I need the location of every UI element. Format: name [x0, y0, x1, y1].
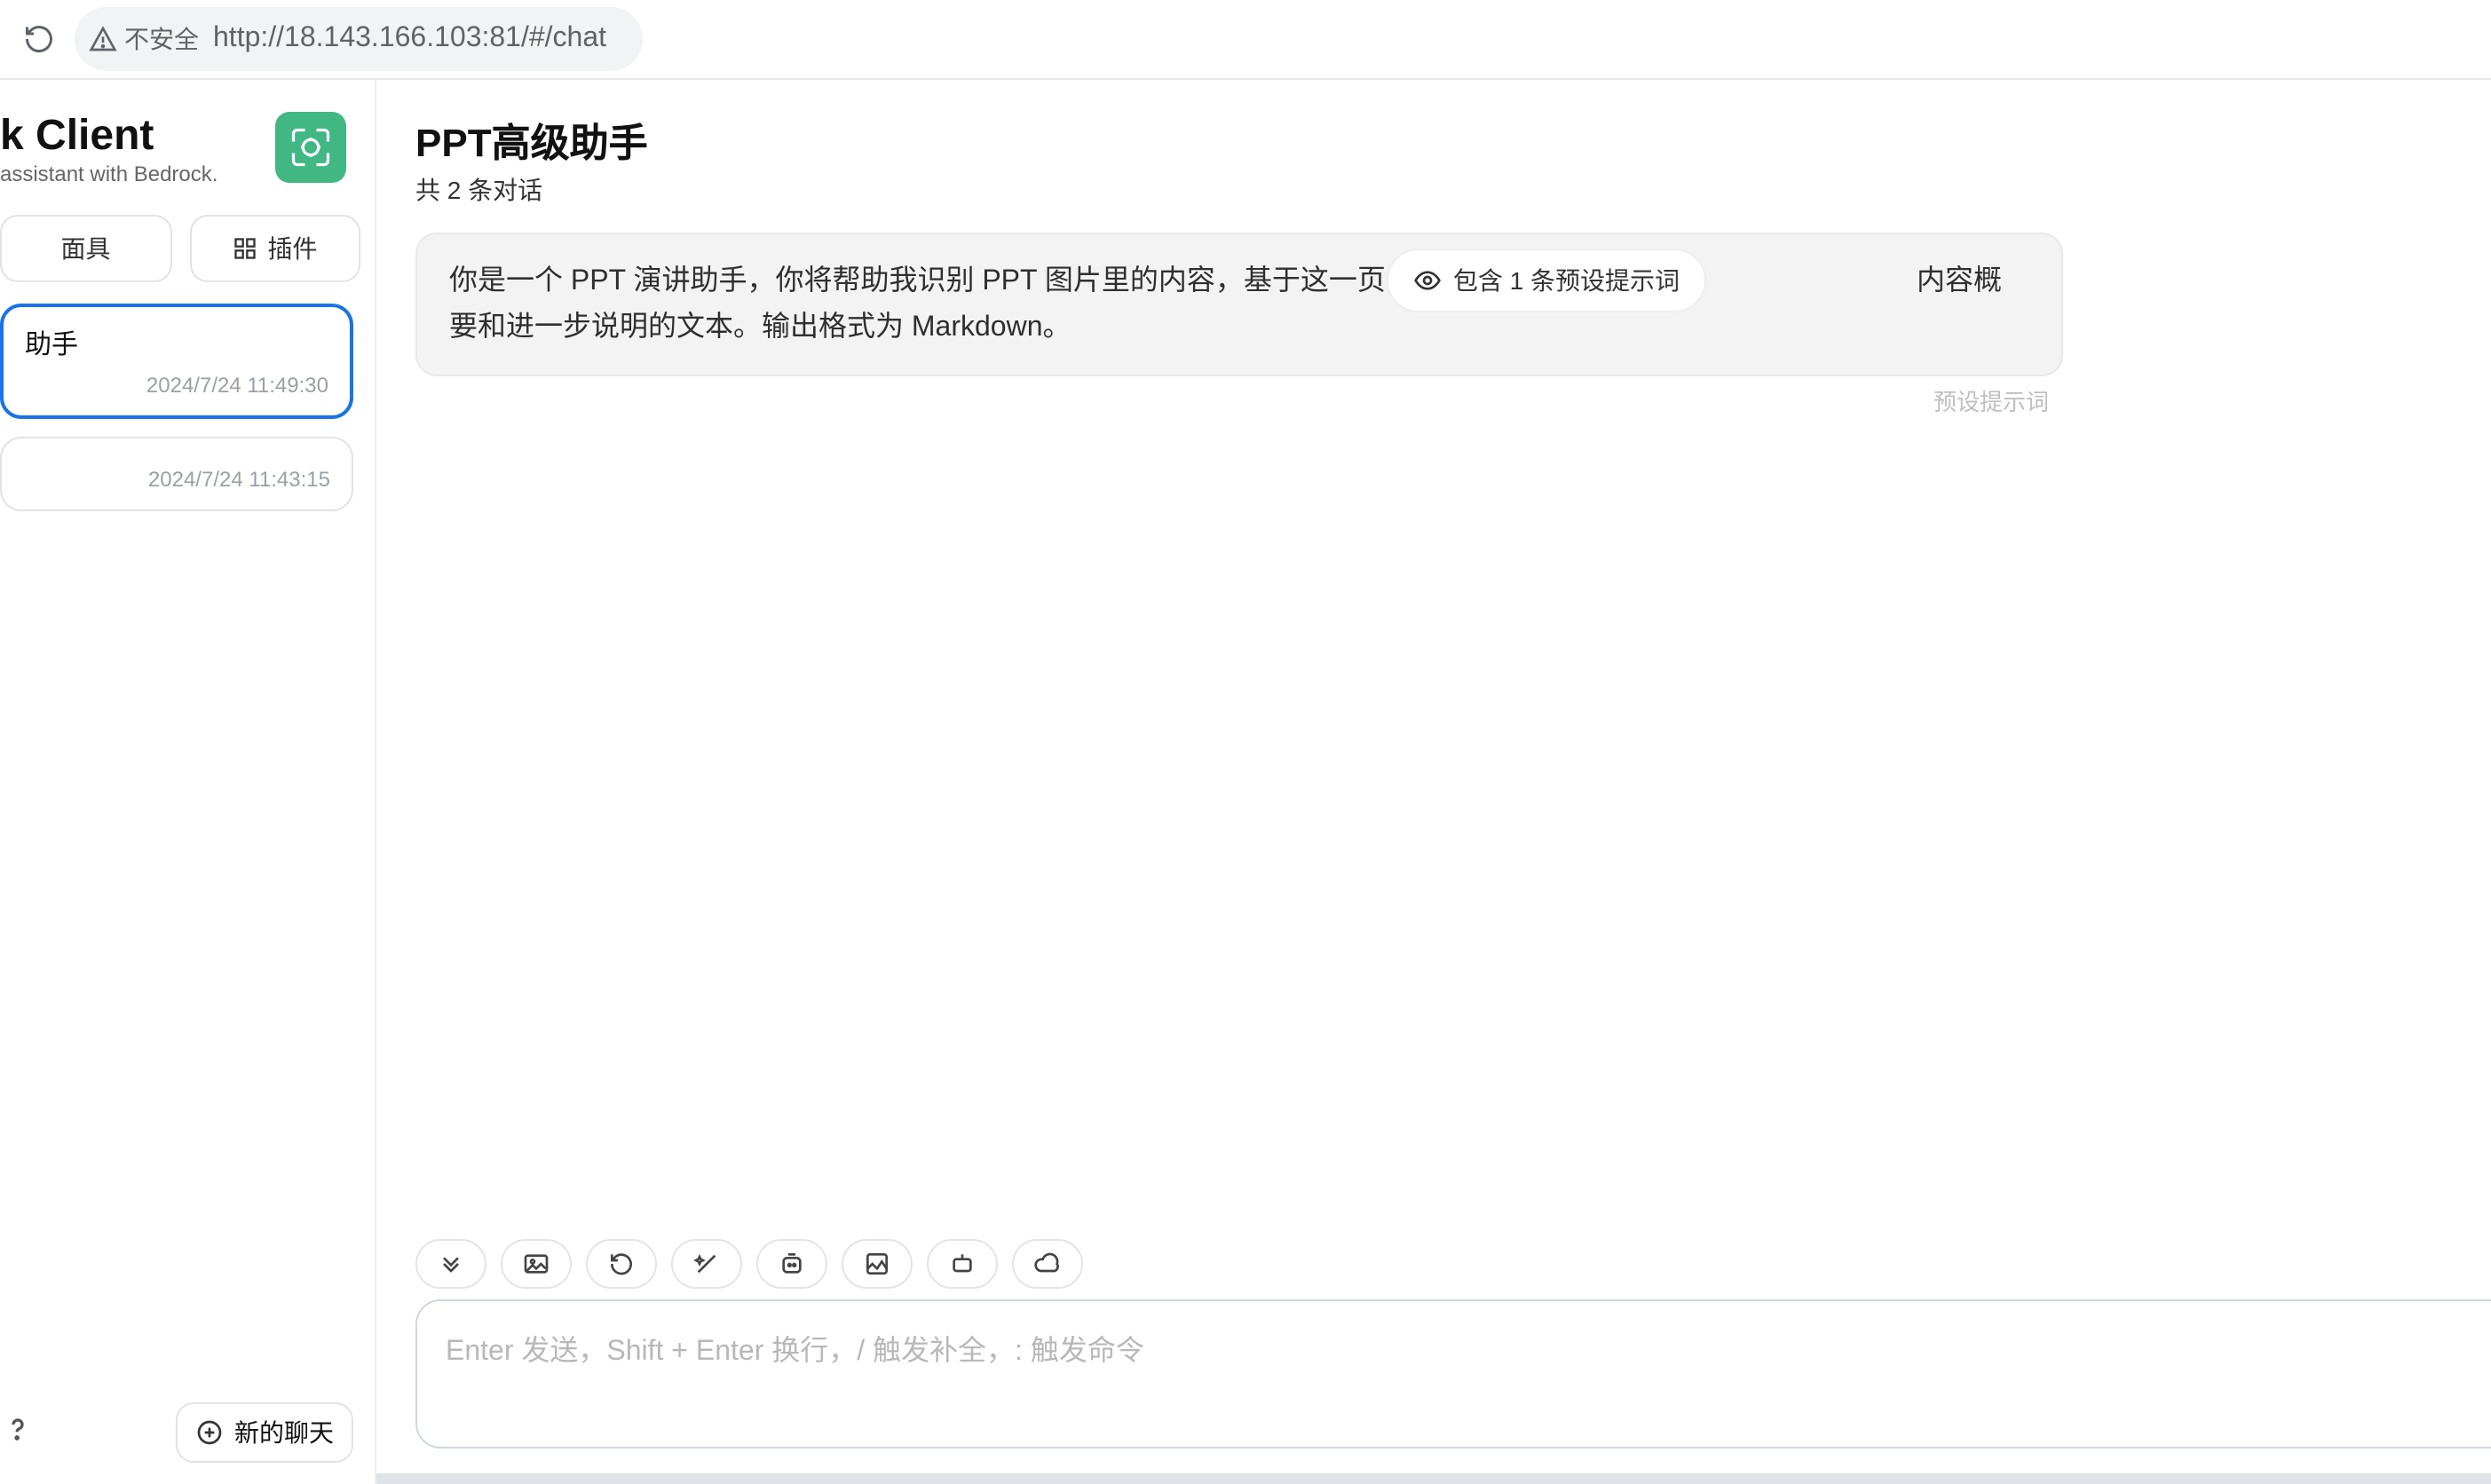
brand-title: k Client: [0, 112, 217, 162]
conversation-item[interactable]: 2024/7/24 11:43:15: [0, 437, 353, 511]
plugin-label: 插件: [268, 231, 318, 266]
grid-icon: [233, 236, 257, 261]
url-bar[interactable]: 不安全 http://18.143.166.103:81/#/chat: [75, 7, 642, 71]
new-chat-label: 新的聊天: [234, 1415, 334, 1450]
new-chat-button[interactable]: 新的聊天: [176, 1402, 353, 1463]
image-tool-icon[interactable]: [501, 1239, 572, 1289]
cloud-tool-icon[interactable]: [1012, 1239, 1083, 1289]
message-timestamp: 2024/7/24 11:49:16: [415, 1207, 2491, 1228]
mask-label: 面具: [61, 231, 111, 266]
page-title: PPT高级助手: [415, 112, 648, 169]
magic-tool-icon[interactable]: [671, 1239, 742, 1289]
help-icon[interactable]: [0, 1411, 43, 1454]
insecure-label: 不安全: [124, 21, 199, 57]
brand-subtitle: assistant with Bedrock.: [0, 162, 217, 186]
conversation-item[interactable]: 助手 2024/7/24 11:49:30: [0, 304, 353, 419]
placeholder: Enter 发送，Shift + Enter 换行，/ 触发补全，: 触发命令: [446, 1326, 2491, 1369]
refresh-icon[interactable]: [14, 14, 64, 64]
eye-icon: [1414, 266, 1443, 295]
composer-toolbar: [376, 1228, 2491, 1299]
plus-circle-icon: [195, 1418, 224, 1447]
picture-tool-icon[interactable]: [842, 1239, 913, 1289]
system-prompt: 你是一个 PPT 演讲助手，你将帮助我识别 PPT 图片里的内容，基于这一页 P…: [415, 233, 2063, 376]
conversation-title: 助手: [25, 325, 328, 362]
preset-caption: 预设提示词: [415, 376, 2063, 417]
browser-toolbar: 不安全 http://18.143.166.103:81/#/chat 重新启动…: [0, 0, 2491, 78]
mask-button[interactable]: 面具: [0, 215, 171, 282]
brand-logo: [275, 112, 346, 183]
conversation-time: 2024/7/24 11:43:15: [23, 467, 330, 492]
robot-tool-icon[interactable]: [756, 1239, 827, 1289]
plugin-button[interactable]: 插件: [189, 215, 360, 282]
sidebar: k Client assistant with Bedrock. 面具 插件: [0, 80, 376, 1484]
page-subtitle: 共 2 条对话: [415, 172, 648, 208]
preset-badge[interactable]: 包含 1 条预设提示词: [1388, 249, 1706, 313]
conversation-time: 2024/7/24 11:49:30: [25, 373, 328, 398]
collapse-icon[interactable]: [415, 1239, 486, 1289]
refresh-tool-icon[interactable]: [586, 1239, 657, 1289]
url-text: http://18.143.166.103:81/#/chat: [213, 23, 606, 55]
preset-badge-label: 包含 1 条预设提示词: [1453, 261, 1680, 301]
message-input[interactable]: Enter 发送，Shift + Enter 换行，/ 触发补全，: 触发命令 …: [415, 1299, 2491, 1448]
bot2-tool-icon[interactable]: [927, 1239, 998, 1289]
system-text-a: 你是一个 PPT 演讲助手，你将帮助我识别 PPT 图片里的内容，基于这一页 P: [449, 266, 1412, 296]
insecure-icon: [89, 25, 117, 53]
